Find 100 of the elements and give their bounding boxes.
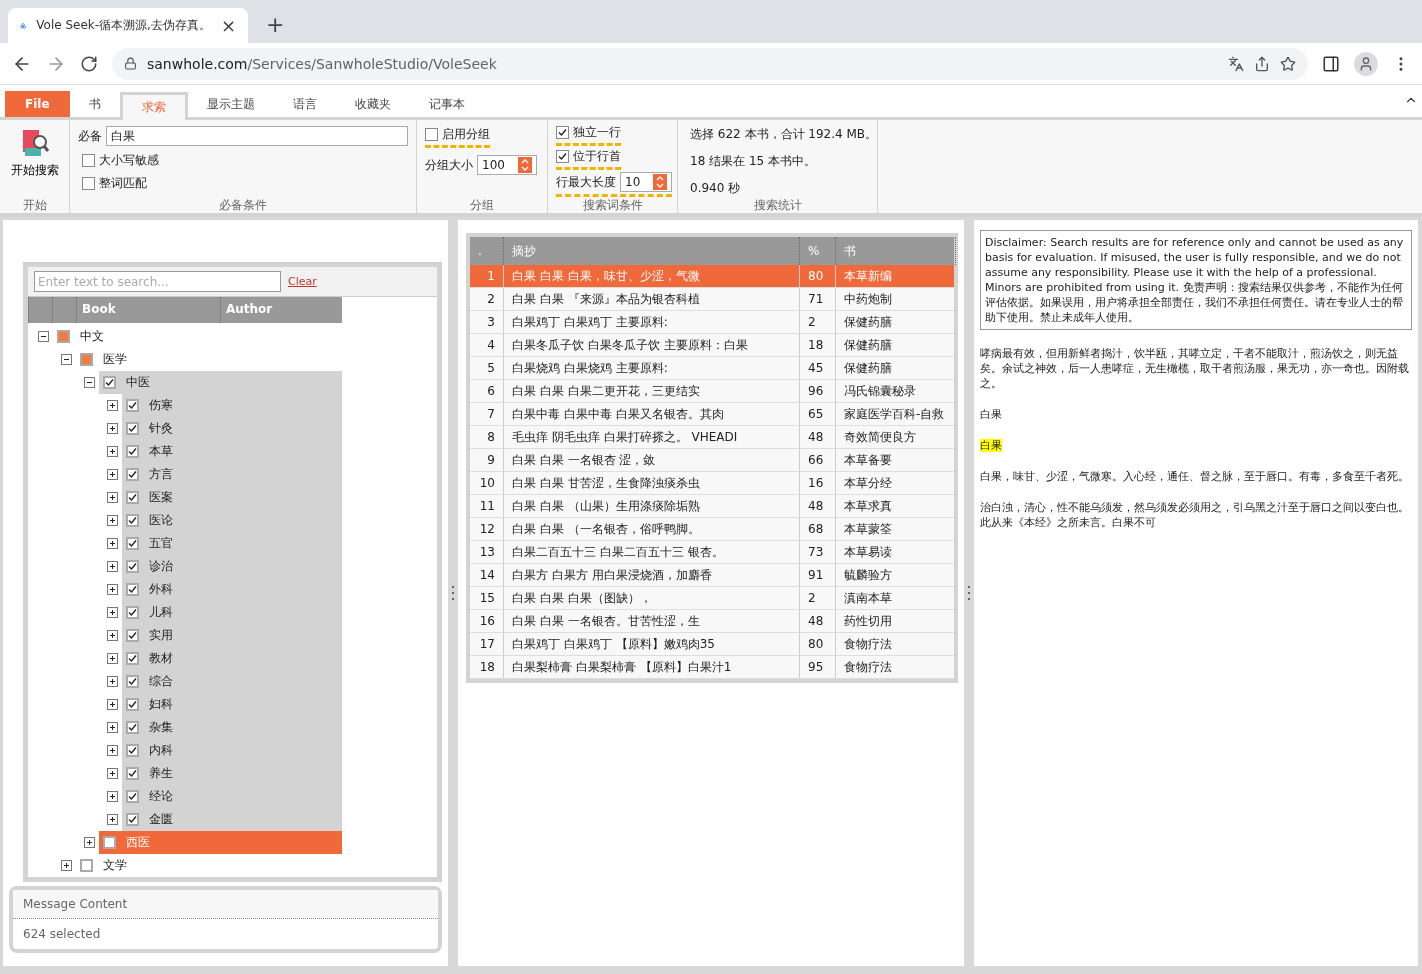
tree-node[interactable]: 儿科 <box>122 601 342 624</box>
tree-node[interactable]: 妇科 <box>122 693 342 716</box>
checkbox[interactable] <box>126 698 139 711</box>
checkbox[interactable] <box>126 721 139 734</box>
tree-node[interactable]: 教材 <box>122 647 342 670</box>
checkbox[interactable] <box>126 813 139 826</box>
checkbox[interactable] <box>82 154 95 167</box>
checkbox[interactable] <box>126 560 139 573</box>
tree-node[interactable]: 中文 <box>53 325 342 348</box>
ribbon-tab[interactable]: 书 <box>69 91 120 117</box>
collapse-icon[interactable] <box>38 331 49 342</box>
expand-icon[interactable] <box>107 469 118 480</box>
result-row[interactable]: 17 白果鸡丁 白果鸡丁 【原料】嫩鸡肉35 80 食物疗法 <box>470 633 954 656</box>
required-term-field[interactable]: 白果 <box>106 126 408 146</box>
result-row[interactable]: 8 毛虫痒 阴毛虫痒 白果打碎搽之。 VHEADI 48 奇效简便良方 <box>470 426 954 449</box>
result-row[interactable]: 9 白果 白果 一名银杏 涩，敛 66 本草备要 <box>470 449 954 472</box>
checkbox[interactable] <box>126 790 139 803</box>
expand-icon[interactable] <box>61 860 72 871</box>
tree-node[interactable]: 方言 <box>122 463 342 486</box>
tree-node[interactable]: 杂集 <box>122 716 342 739</box>
result-row[interactable]: 3 白果鸡丁 白果鸡丁 主要原料: 2 保健药膳 <box>470 311 954 334</box>
collapse-icon[interactable] <box>61 354 72 365</box>
checkbox[interactable] <box>126 606 139 619</box>
expand-icon[interactable] <box>107 630 118 641</box>
checkbox[interactable] <box>82 177 95 190</box>
checkbox[interactable] <box>103 836 116 849</box>
tree-node[interactable]: 经论 <box>122 785 342 808</box>
expand-icon[interactable] <box>107 423 118 434</box>
checkbox[interactable] <box>80 859 93 872</box>
tree-node[interactable]: 金匮 <box>122 808 342 831</box>
ribbon-tab[interactable]: 显示主题 <box>187 91 274 117</box>
ribbon-tab[interactable]: 语言 <box>273 91 336 117</box>
expand-icon[interactable] <box>107 584 118 595</box>
group-size-field[interactable]: 100 <box>477 155 537 175</box>
result-row[interactable]: 18 白果梨柿膏 白果梨柿膏 【原料】白果汁1 95 食物疗法 <box>470 656 954 679</box>
checkbox[interactable] <box>126 514 139 527</box>
share-icon[interactable] <box>1254 55 1270 72</box>
expand-icon[interactable] <box>107 400 118 411</box>
expand-icon[interactable] <box>107 538 118 549</box>
tree-node[interactable]: 中医 <box>99 371 342 394</box>
checkbox[interactable] <box>126 445 139 458</box>
browser-tab[interactable]: Vole Seek-循本溯源,去伪存真。 × <box>8 8 248 43</box>
bookmark-star-icon[interactable] <box>1280 55 1296 72</box>
expand-icon[interactable] <box>107 492 118 503</box>
checkbox[interactable] <box>126 629 139 642</box>
tree-node[interactable]: 针灸 <box>122 417 342 440</box>
checkbox[interactable] <box>126 537 139 550</box>
tree-node[interactable]: 伤寒 <box>122 394 342 417</box>
checkbox[interactable] <box>80 353 93 366</box>
result-row[interactable]: 14 白果方 白果方 用白果浸烧酒，加麝香 91 毓麟验方 <box>470 564 954 587</box>
expand-icon[interactable] <box>107 722 118 733</box>
reload-icon[interactable] <box>80 54 98 73</box>
result-row[interactable]: 12 白果 白果 （一名银杏，俗呼鸭脚。 68 本草蒙筌 <box>470 518 954 541</box>
tree-node[interactable]: 医论 <box>122 509 342 532</box>
result-row[interactable]: 10 白果 白果 甘苦涩，生食降浊痰杀虫 16 本草分经 <box>470 472 954 495</box>
tree-node[interactable]: 五官 <box>122 532 342 555</box>
checkbox[interactable] <box>126 468 139 481</box>
result-row[interactable]: 2 白果 白果 『来源』本品为银杏科植 71 中药炮制 <box>470 288 954 311</box>
expand-icon[interactable] <box>107 607 118 618</box>
expand-icon[interactable] <box>107 653 118 664</box>
checkbox[interactable] <box>57 330 70 343</box>
collapse-icon[interactable] <box>84 377 95 388</box>
tree-node[interactable]: 外科 <box>122 578 342 601</box>
result-row[interactable]: 7 白果中毒 白果中毒 白果又名银杏。其肉 65 家庭医学百科-自救 <box>470 403 954 426</box>
expand-icon[interactable] <box>107 446 118 457</box>
tree-node[interactable]: 医学 <box>76 348 342 371</box>
checkbox[interactable] <box>126 675 139 688</box>
expand-icon[interactable] <box>107 745 118 756</box>
tree-node[interactable]: 本草 <box>122 440 342 463</box>
tree-node[interactable]: 医案 <box>122 486 342 509</box>
tree-node[interactable]: 实用 <box>122 624 342 647</box>
checkbox[interactable] <box>126 491 139 504</box>
max-length-field[interactable]: 10 <box>620 172 672 192</box>
clear-link[interactable]: Clear <box>288 275 317 288</box>
checkbox[interactable] <box>556 150 569 163</box>
tree-node[interactable]: 诊治 <box>122 555 342 578</box>
checkbox[interactable] <box>126 399 139 412</box>
expand-icon[interactable] <box>84 837 95 848</box>
translate-icon[interactable] <box>1228 55 1244 72</box>
expand-icon[interactable] <box>107 699 118 710</box>
checkbox[interactable] <box>126 583 139 596</box>
tree-node[interactable]: 文学 <box>76 854 342 877</box>
book-search-field[interactable]: Enter text to search... <box>34 271 281 292</box>
expand-icon[interactable] <box>107 676 118 687</box>
result-row[interactable]: 13 白果二百五十三 白果二百五十三 银杏。 73 本草易读 <box>470 541 954 564</box>
checkbox[interactable] <box>126 422 139 435</box>
result-row[interactable]: 15 白果 白果 白果（图缺）， 2 滇南本草 <box>470 587 954 610</box>
checkbox[interactable] <box>556 126 569 139</box>
address-bar[interactable]: sanwhole.com/Services/SanwholeStudio/VoleSeek <box>112 47 1308 80</box>
checkbox[interactable] <box>425 128 438 141</box>
result-row[interactable]: 16 白果 白果 一名银杏。甘苦性涩，生 48 药性切用 <box>470 610 954 633</box>
side-panel-icon[interactable] <box>1322 54 1340 73</box>
expand-icon[interactable] <box>107 515 118 526</box>
result-row[interactable]: 4 白果冬瓜子饮 白果冬瓜子饮 主要原料：白果 18 保健药膳 <box>470 334 954 357</box>
result-row[interactable]: 6 白果 白果 白果二更开花，三更结实 96 冯氏锦囊秘录 <box>470 380 954 403</box>
expand-icon[interactable] <box>107 791 118 802</box>
ribbon-tab[interactable]: 记事本 <box>409 91 484 117</box>
spin-arrows-icon[interactable] <box>518 157 532 173</box>
expand-icon[interactable] <box>107 814 118 825</box>
expand-icon[interactable] <box>107 561 118 572</box>
